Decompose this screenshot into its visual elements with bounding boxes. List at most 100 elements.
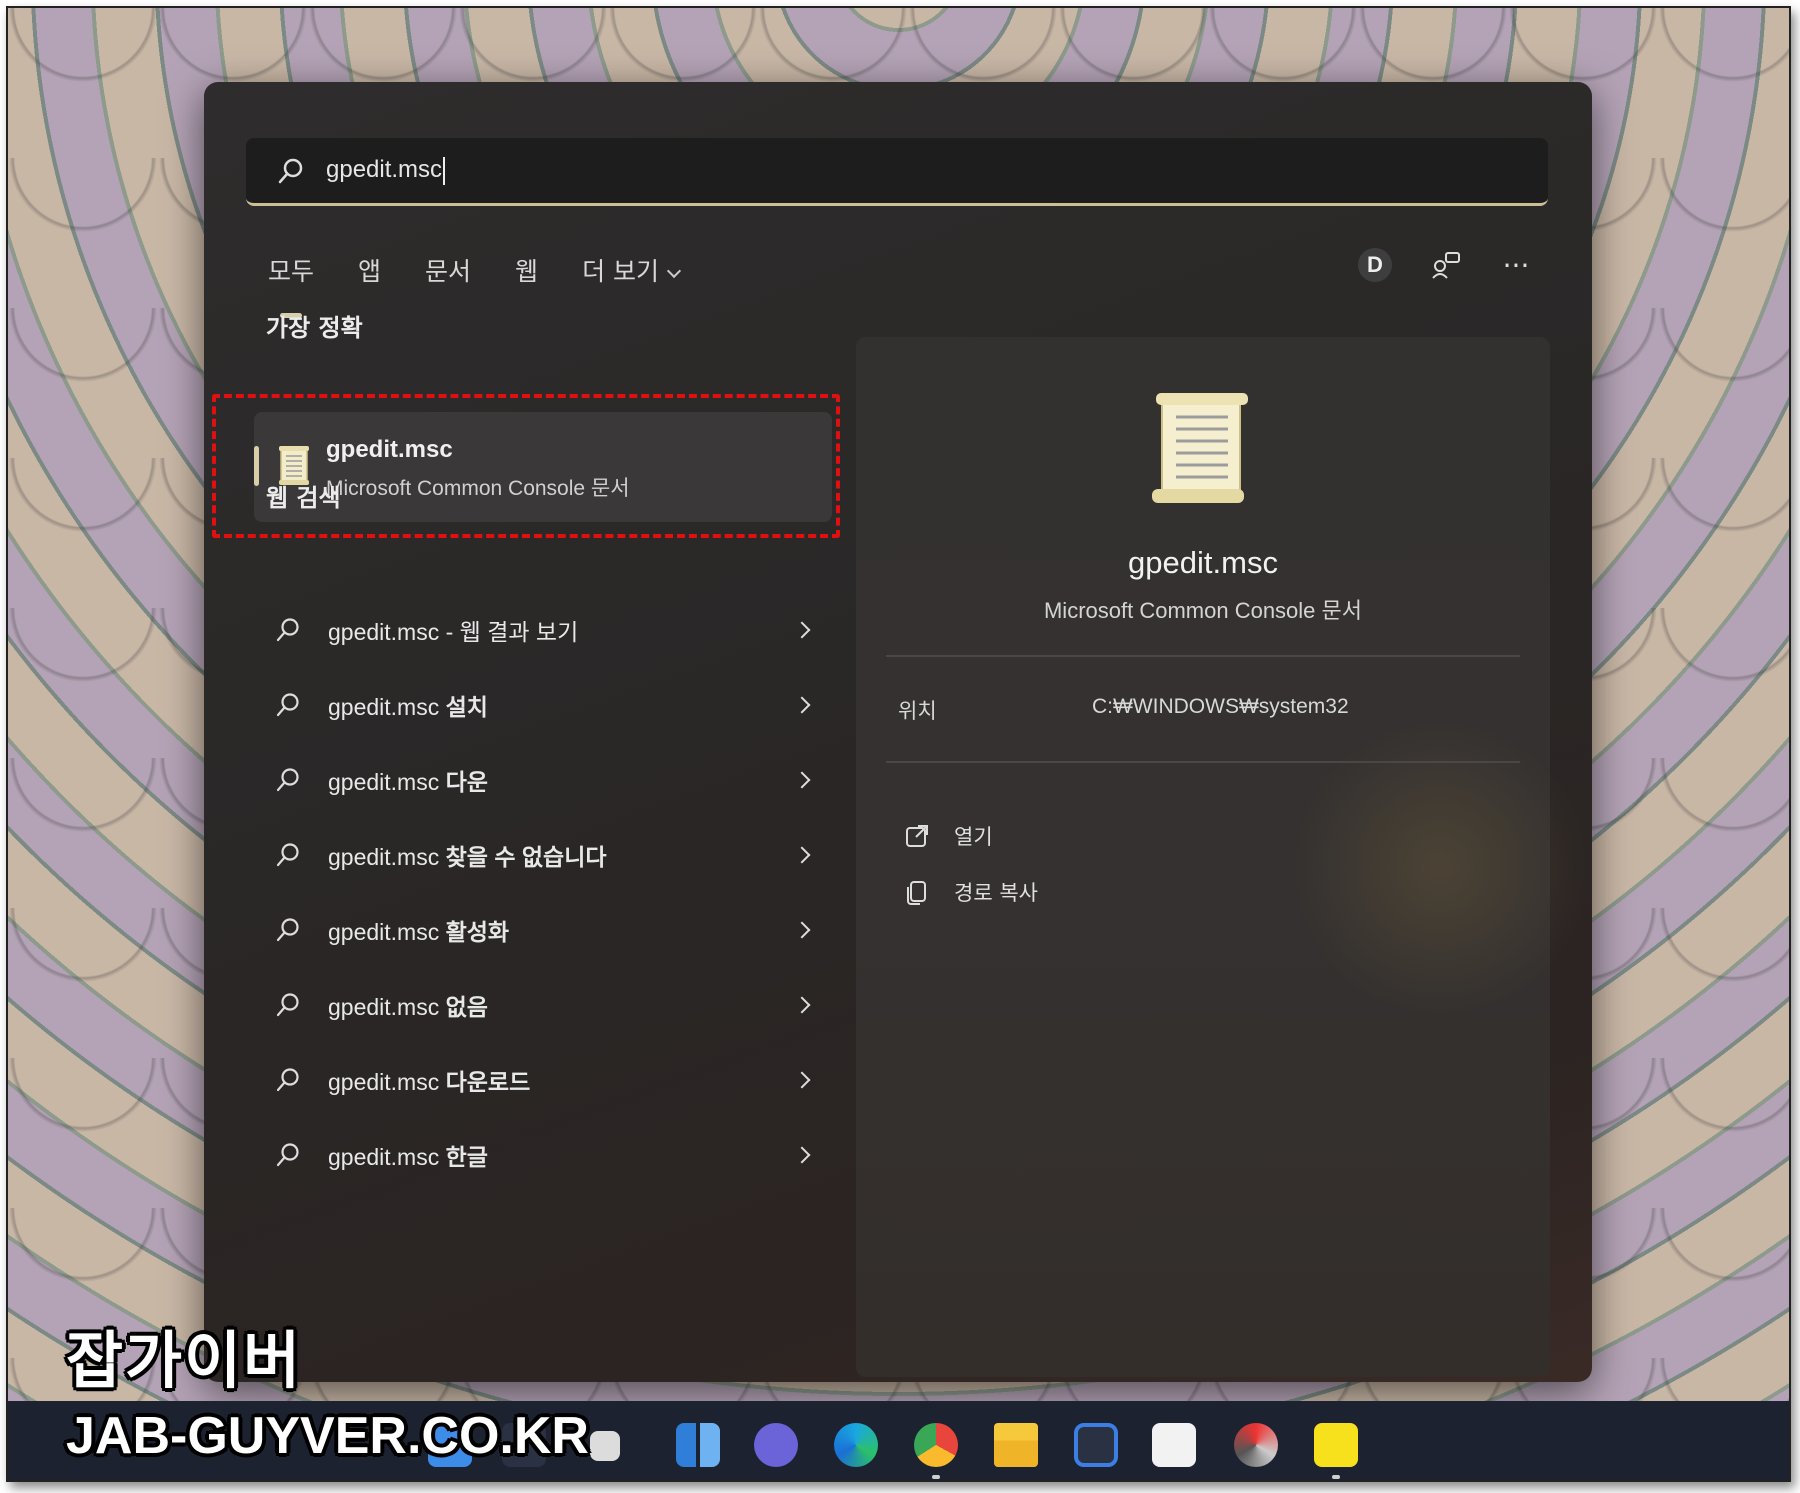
search-icon [276,993,299,1017]
web-result-item[interactable]: gpedit.msc - 웹 결과 보기 [258,592,828,667]
web-result-query: gpedit.msc [328,693,446,720]
web-result-suffix: 없음 [445,993,488,1020]
task-view-icon[interactable] [590,1431,620,1461]
search-icon [276,1143,299,1167]
edge-icon[interactable] [834,1423,878,1467]
best-match-type: Microsoft Common Console 문서 [326,477,630,500]
preview-file-type: Microsoft Common Console 문서 [1043,598,1362,623]
tab-apps[interactable]: 앱 [358,252,381,288]
web-result-suffix: - 웹 결과 보기 [439,618,579,645]
web-result-label: gpedit.msc 한글 [328,1138,488,1172]
web-result-suffix: 다운로드 [445,1068,531,1095]
search-input[interactable]: gpedit.msc [246,138,1548,206]
chevron-right-icon [793,996,811,1014]
web-result-label: gpedit.msc 찾을 수 없습니다 [328,838,607,872]
tab-more[interactable]: 더 보기 [582,252,682,288]
tab-more-label: 더 보기 [582,257,660,286]
tab-all[interactable]: 모두 [268,252,314,318]
web-result-label: gpedit.msc 없음 [328,988,488,1022]
more-options-icon[interactable]: ··· [1500,249,1532,282]
web-result-item[interactable]: gpedit.msc 설치 [258,667,828,742]
chevron-right-icon [793,696,811,714]
web-result-item[interactable]: gpedit.msc 한글 [258,1117,828,1192]
search-icon [276,1068,299,1092]
file-explorer-icon[interactable] [994,1423,1038,1467]
chevron-right-icon [793,621,811,639]
selection-indicator [254,446,259,486]
web-result-item[interactable]: gpedit.msc 없음 [258,967,828,1042]
web-search-results: gpedit.msc - 웹 결과 보기 gpedit.msc 설치 gpedit.… [258,592,828,1192]
web-result-item[interactable]: gpedit.msc 찾을 수 없습니다 [258,817,828,892]
web-result-label: gpedit.msc 다운 [328,763,488,797]
widgets-icon[interactable] [676,1423,720,1467]
open-action[interactable]: 열기 [904,821,993,851]
web-result-label: gpedit.msc 설치 [328,688,488,722]
divider [886,655,1520,657]
watermark-korean: 잡가이버 [66,1324,303,1397]
screenshot-frame: gpedit.msc 모두 앱 문서 웹 더 보기 D ··· 가장 정확 gp… [6,6,1791,1482]
location-label: 위치 [898,699,937,723]
web-result-query: gpedit.msc [328,918,446,945]
best-match-name: gpedit.msc [326,436,453,463]
store-icon[interactable] [1152,1423,1196,1467]
text-caret [443,156,446,185]
filter-tabs: 모두 앱 문서 웹 더 보기 [268,252,723,318]
copy-path-action-label: 경로 복사 [954,881,1038,905]
web-result-query: gpedit.msc [328,993,446,1020]
open-external-icon [906,825,928,847]
chevron-right-icon [793,1146,811,1164]
top-actions: D ··· [1358,248,1532,282]
web-result-query: gpedit.msc [328,1068,446,1095]
divider [886,761,1520,763]
web-result-query: gpedit.msc [328,843,446,870]
web-result-item[interactable]: gpedit.msc 다운로드 [258,1042,828,1117]
console-document-large-icon [1152,393,1248,503]
web-result-item[interactable]: gpedit.msc 활성화 [258,892,828,967]
app-icon[interactable] [1234,1423,1278,1467]
preview-file-name: gpedit.msc [1128,545,1278,580]
running-indicator [1332,1475,1340,1479]
web-result-query: gpedit.msc [328,1143,446,1170]
web-result-item[interactable]: gpedit.msc 다운 [258,742,828,817]
search-icon [276,693,299,717]
location-value: C:₩WINDOWS₩system32 [1092,695,1349,718]
copy-icon [907,881,926,905]
kakaotalk-icon[interactable] [1314,1423,1358,1467]
web-result-suffix: 다운 [445,768,488,795]
web-search-heading: 웹 검색 [266,484,341,512]
web-result-query: gpedit.msc [328,768,446,795]
teams-chat-icon[interactable] [754,1423,798,1467]
search-icon [276,618,299,642]
chevron-right-icon [793,1071,811,1089]
web-result-label: gpedit.msc 활성화 [328,913,509,947]
chevron-down-icon [666,263,682,279]
tab-documents[interactable]: 문서 [425,252,471,288]
web-result-label: gpedit.msc 다운로드 [328,1063,530,1097]
best-match-heading: 가장 정확 [266,314,363,342]
open-action-label: 열기 [954,825,993,849]
chrome-icon[interactable] [914,1423,958,1467]
chevron-right-icon [793,771,811,789]
search-icon [276,768,299,792]
search-icon [276,918,299,942]
account-switch-icon[interactable] [1430,249,1462,281]
watermark-english: JAB-GUYVER.CO.KR [66,1407,589,1465]
web-result-suffix: 설치 [445,693,488,720]
dev-tool-icon[interactable] [1074,1423,1118,1467]
preview-pane: gpedit.msc Microsoft Common Console 문서 위… [856,337,1590,1377]
account-avatar[interactable]: D [1358,248,1392,282]
chevron-right-icon [793,846,811,864]
web-result-label: gpedit.msc - 웹 결과 보기 [328,613,578,647]
web-result-suffix: 찾을 수 없습니다 [445,843,607,870]
web-result-query: gpedit.msc [328,618,440,645]
chevron-right-icon [793,921,811,939]
search-icon [276,843,299,867]
start-search-window: gpedit.msc 모두 앱 문서 웹 더 보기 D ··· 가장 정확 gp… [204,82,1592,1382]
search-query-text: gpedit.msc [326,156,446,185]
web-result-suffix: 활성화 [445,918,510,945]
best-match-item[interactable]: gpedit.msc Microsoft Common Console 문서 [254,412,832,522]
running-indicator [932,1475,940,1479]
tab-web[interactable]: 웹 [515,252,538,288]
copy-path-action[interactable]: 경로 복사 [904,877,1038,907]
web-result-suffix: 한글 [445,1143,488,1170]
